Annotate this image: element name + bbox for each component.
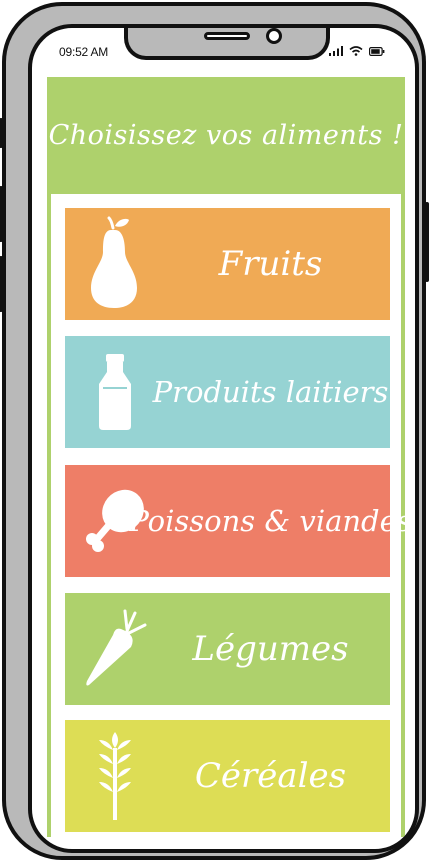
carrot-icon [83,593,147,705]
battery-icon [369,46,385,56]
category-fruits-button[interactable]: Fruits [65,208,390,320]
power-button [425,202,429,282]
status-icons [329,46,385,56]
category-fruits-label: Fruits [218,244,323,284]
status-time: 09:52 AM [59,45,109,59]
category-list: Fruits Produits laitiers Poissons & vian… [51,194,412,837]
wifi-icon [349,46,363,56]
volume-down-button [0,256,3,312]
wheat-icon [83,720,147,832]
app-container: Choisissez vos aliments ! Fruits Produit… [47,77,412,837]
page-title: Choisissez vos aliments ! [48,120,404,151]
mute-switch [0,118,3,148]
pear-icon [83,208,147,320]
category-dairy-label: Produits laitiers [152,375,389,409]
category-cereals-label: Céréales [194,756,347,796]
phone-screen: 09:52 AM Choisissez vos aliments ! Fruit… [28,24,419,853]
category-meat-fish-button[interactable]: Poissons & viandes [65,465,412,577]
app-header: Choisissez vos aliments ! [47,77,405,194]
speaker-grille [204,32,250,40]
signal-icon [329,46,343,56]
category-vegetables-label: Légumes [192,629,349,669]
category-meat-fish-label: Poissons & viandes [129,504,412,538]
category-cereals-button[interactable]: Céréales [65,720,390,832]
front-camera [266,28,282,44]
notch [124,28,330,60]
milk-bottle-icon [83,336,147,448]
volume-up-button [0,186,3,242]
category-vegetables-button[interactable]: Légumes [65,593,390,705]
phone-frame: 09:52 AM Choisissez vos aliments ! Fruit… [0,2,429,860]
category-dairy-button[interactable]: Produits laitiers [65,336,390,448]
